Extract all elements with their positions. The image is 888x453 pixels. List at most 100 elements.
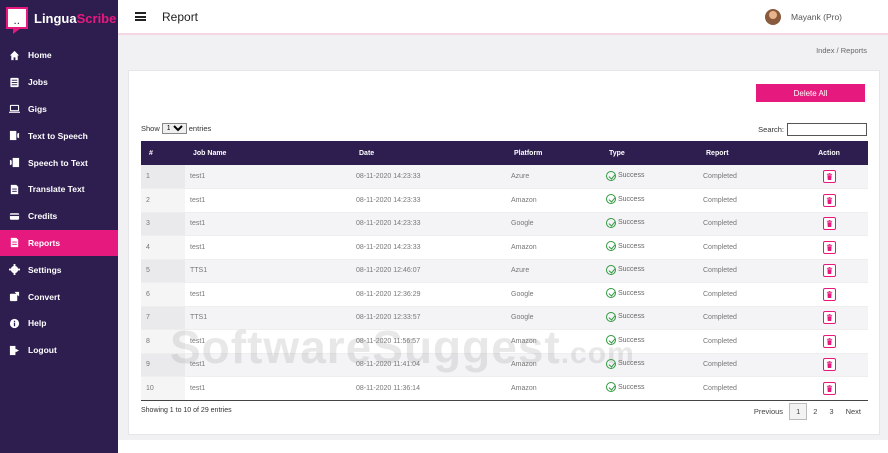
job-date: 08-11-2020 14:23:33 xyxy=(356,243,421,251)
sidebar-item-logout[interactable]: Logout xyxy=(0,337,118,364)
app-logo[interactable]: .. LinguaScribe xyxy=(0,0,118,36)
job-name: test1 xyxy=(190,384,206,392)
sidebar-item-label: Settings xyxy=(28,264,62,275)
column-header[interactable]: Platform xyxy=(506,141,601,165)
platform: Google xyxy=(511,290,534,298)
sidebar-item-text-to-speech[interactable]: Text to Speech xyxy=(0,122,118,149)
sidebar-item-label: Logout xyxy=(28,345,57,356)
delete-row-button[interactable] xyxy=(822,193,836,207)
type-label: Success xyxy=(618,313,645,321)
pagination-page[interactable]: 1 xyxy=(789,403,808,420)
pagination-page[interactable]: 3 xyxy=(823,404,839,419)
delete-row-button[interactable] xyxy=(822,287,836,301)
delete-row-button[interactable] xyxy=(822,217,836,231)
table-row: 8 test1 08-11-2020 11:56:57 Amazon Success Co… xyxy=(141,329,868,354)
reports-card: Delete All Show 10 entries Search: # Job … xyxy=(128,70,880,435)
delete-row-button[interactable] xyxy=(822,311,836,325)
column-header[interactable]: Report xyxy=(698,141,790,165)
type-cell: Success xyxy=(601,330,698,354)
sidebar-item-label: Jobs xyxy=(28,77,48,88)
type-cell: Success xyxy=(601,236,698,260)
breadcrumb-home[interactable]: Index xyxy=(816,46,834,55)
pagination-previous[interactable]: Previous xyxy=(748,404,789,419)
breadcrumb: Index / Reports xyxy=(816,46,867,55)
delete-row-button[interactable] xyxy=(822,334,836,348)
report-status: Completed xyxy=(703,384,737,392)
table-row: 3 test1 08-11-2020 14:23:33 Google Success Co… xyxy=(141,212,868,236)
search-input[interactable] xyxy=(787,123,867,136)
column-header[interactable]: # xyxy=(141,141,185,165)
check-circle-icon xyxy=(606,217,616,228)
report-status: Completed xyxy=(703,361,737,369)
pagination-next[interactable]: Next xyxy=(840,404,867,419)
sidebar-item-speech-to-text[interactable]: Speech to Text xyxy=(0,149,118,176)
sidebar-item-help[interactable]: Help xyxy=(0,310,118,337)
user-menu[interactable]: Mayank (Pro) xyxy=(764,9,842,25)
check-circle-icon xyxy=(606,264,616,275)
sidebar: .. LinguaScribe Home Jobs Gigs Text to Spee… xyxy=(0,0,118,453)
speech-to-text-icon xyxy=(9,157,20,168)
search-control: Search: xyxy=(758,123,867,136)
type-cell: Success xyxy=(601,189,698,213)
user-name: Mayank (Pro) xyxy=(790,12,842,22)
delete-all-button[interactable]: Delete All xyxy=(756,84,865,102)
report-status: Completed xyxy=(703,196,737,204)
report-status: Completed xyxy=(703,337,737,345)
type-cell: Success xyxy=(601,165,698,189)
job-name: test1 xyxy=(190,196,206,204)
sidebar-item-home[interactable]: Home xyxy=(0,42,118,69)
delete-row-button[interactable] xyxy=(822,264,836,278)
platform: Google xyxy=(511,314,534,322)
job-date: 08-11-2020 12:46:07 xyxy=(356,267,421,275)
table-row: 2 test1 08-11-2020 14:23:33 Amazon Success Co… xyxy=(141,188,868,213)
job-name: test1 xyxy=(190,173,206,180)
page-title: Report xyxy=(162,9,199,24)
job-date: 08-11-2020 12:36:29 xyxy=(356,290,421,298)
breadcrumb-current: Reports xyxy=(840,46,867,55)
table-row: 5 TTS1 08-11-2020 12:46:07 Azure Success Comp… xyxy=(141,259,868,283)
report-status: Completed xyxy=(703,314,737,322)
check-circle-icon xyxy=(606,358,616,369)
type-cell: Success xyxy=(601,377,698,401)
column-header[interactable]: Action xyxy=(790,141,868,165)
sidebar-item-translate-text[interactable]: Translate Text xyxy=(0,176,118,203)
sidebar-item-jobs[interactable]: Jobs xyxy=(0,69,118,96)
action-cell xyxy=(790,377,868,401)
table-row: 6 test1 08-11-2020 12:36:29 Google Success Co… xyxy=(141,282,868,306)
sidebar-item-gigs[interactable]: Gigs xyxy=(0,96,118,123)
type-label: Success xyxy=(618,383,645,391)
type-cell: Success xyxy=(601,306,698,330)
sidebar-item-credits[interactable]: Credits xyxy=(0,203,118,230)
gear-icon xyxy=(9,264,20,276)
column-header[interactable]: Type xyxy=(601,141,698,165)
type-label: Success xyxy=(618,172,645,179)
check-circle-icon xyxy=(606,241,616,252)
column-header[interactable]: Job Name xyxy=(185,141,351,165)
row-number: 5 xyxy=(141,259,185,283)
delete-row-button[interactable] xyxy=(822,358,836,372)
column-header[interactable]: Date xyxy=(351,141,506,165)
table-row: 10 test1 08-11-2020 11:36:14 Amazon Success C… xyxy=(141,376,868,401)
check-circle-icon xyxy=(606,194,616,205)
page-size-control: Show 10 entries xyxy=(141,123,211,134)
credits-icon xyxy=(9,211,20,222)
table-info: Showing 1 to 10 of 29 entries xyxy=(141,407,232,414)
page-size-select[interactable]: 10 xyxy=(161,123,187,134)
bottom-strip xyxy=(118,440,888,453)
type-label: Success xyxy=(618,360,645,368)
platform: Amazon xyxy=(511,384,537,392)
delete-row-button[interactable] xyxy=(822,170,836,183)
convert-icon xyxy=(9,291,20,302)
delete-row-button[interactable] xyxy=(822,381,836,395)
report-status: Completed xyxy=(703,220,737,228)
sidebar-item-settings[interactable]: Settings xyxy=(0,256,118,283)
row-number: 2 xyxy=(141,188,185,212)
delete-row-button[interactable] xyxy=(822,240,836,254)
pagination-page[interactable]: 2 xyxy=(807,404,823,419)
sidebar-item-reports[interactable]: Reports xyxy=(0,229,118,257)
menu-toggle-icon[interactable] xyxy=(135,12,146,21)
action-cell xyxy=(790,189,868,213)
platform: Amazon xyxy=(511,243,537,251)
sidebar-item-convert[interactable]: Convert xyxy=(0,283,118,310)
job-name: test1 xyxy=(190,290,206,298)
